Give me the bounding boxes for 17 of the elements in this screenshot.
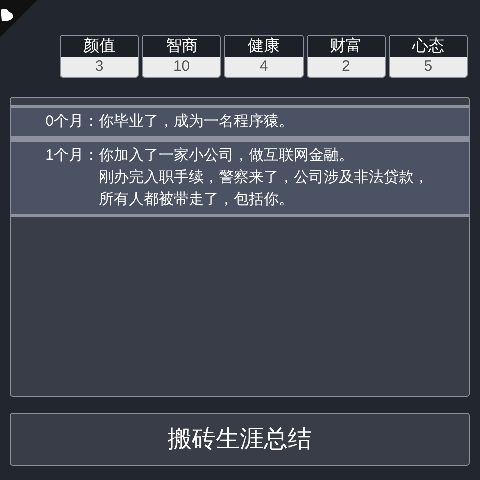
stat-label: 智商 xyxy=(143,36,220,57)
log-text: 你毕业了，成为一名程序猿。 xyxy=(99,112,294,132)
stat-value: 3 xyxy=(61,57,138,77)
log-text: 所有人都被带走了，包括你。 xyxy=(99,190,295,210)
stat-label: 心态 xyxy=(390,36,468,57)
stat-value: 10 xyxy=(143,57,220,77)
log-text: 你加入了一家小公司，做互联网金融。 xyxy=(99,146,355,166)
log-text: 刚办完入职手续，警察来了，公司涉及非法贷款， xyxy=(99,168,429,188)
stat-value: 4 xyxy=(225,57,303,77)
stat-label: 财富 xyxy=(308,36,385,57)
stat-label: 健康 xyxy=(225,36,303,57)
stat-label: 颜值 xyxy=(61,36,138,57)
stat-value: 2 xyxy=(308,57,385,77)
age-label: 0个月： xyxy=(44,112,99,132)
summary-button[interactable]: 搬砖生涯总结 xyxy=(10,413,470,466)
age-label: 1个月： xyxy=(44,146,99,166)
stat-value: 5 xyxy=(390,57,468,77)
